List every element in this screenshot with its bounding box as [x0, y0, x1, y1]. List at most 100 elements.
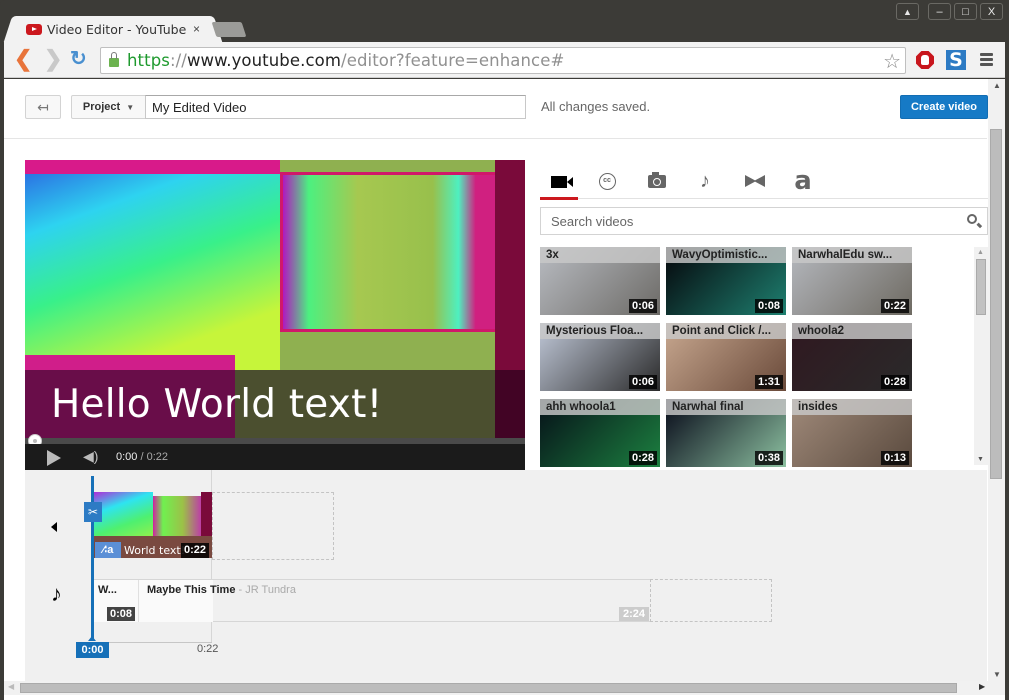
save-status: All changes saved. — [541, 99, 651, 114]
tab-transitions[interactable] — [736, 167, 774, 195]
total-duration: 0:22 — [146, 451, 169, 463]
player-controls: ◀) 0:00 / 0:22 — [25, 444, 525, 470]
back-icon: ↤ — [37, 99, 49, 115]
tab-videos[interactable] — [540, 167, 578, 200]
video-duration: 0:06 — [628, 375, 657, 389]
video-title: Narwhal final — [666, 399, 786, 415]
bookmark-star-icon[interactable]: ☆ — [883, 49, 901, 74]
lock-icon — [109, 52, 119, 67]
project-title-input[interactable] — [145, 95, 526, 119]
scroll-left-icon[interactable]: ◀ — [8, 682, 14, 691]
url-text: https://www.youtube.com/editor?feature=e… — [127, 51, 565, 70]
frame-region — [25, 160, 280, 370]
text-icon: a — [794, 166, 812, 196]
video-title: insides — [792, 399, 912, 415]
maximize-button[interactable]: □ — [954, 3, 977, 20]
user-profile-button[interactable]: ▲ — [896, 3, 919, 20]
audio-track-icon: ♪ — [51, 581, 62, 606]
volume-icon[interactable]: ◀) — [83, 448, 98, 465]
video-thumbnail[interactable]: WavyOptimistic... 0:08 — [666, 247, 786, 315]
search-icon[interactable] — [967, 214, 977, 224]
tab-text[interactable]: a — [784, 167, 822, 195]
effects-text-badge[interactable]: ⁄∶a — [95, 542, 121, 558]
video-duration: 0:28 — [880, 375, 909, 389]
close-window-button[interactable]: X — [980, 3, 1003, 20]
music-note-icon: ♪ — [700, 169, 710, 192]
video-title: ahh whoola1 — [540, 399, 660, 415]
frame-region — [280, 172, 500, 332]
video-preview[interactable]: Hello World text! ◀) 0:00 / 0:22 — [25, 160, 525, 470]
browser-tab[interactable]: Video Editor - YouTube × — [14, 16, 212, 42]
video-duration: 0:28 — [628, 451, 657, 465]
playhead[interactable] — [91, 476, 94, 639]
scroll-up-icon[interactable]: ▲ — [977, 249, 984, 256]
scroll-down-icon[interactable]: ▼ — [993, 670, 1001, 679]
video-thumbnail[interactable]: insides 0:13 — [792, 399, 912, 467]
scroll-up-icon[interactable]: ▲ — [993, 81, 1001, 90]
tab-close-icon[interactable]: × — [193, 22, 200, 36]
audio-clip[interactable]: W... 0:08 — [94, 580, 139, 622]
s-extension-icon[interactable]: S — [946, 50, 966, 70]
video-list-scrollbar[interactable]: ▲ ▼ — [974, 247, 988, 465]
time-separator: / — [137, 451, 147, 463]
tab-captions[interactable]: cc — [588, 167, 626, 195]
current-time: 0:00 — [116, 451, 138, 463]
video-thumbnail[interactable]: NarwhalEdu sw... 0:22 — [792, 247, 912, 315]
scroll-thumb[interactable] — [976, 259, 986, 315]
clip-text-overlay: World text! — [124, 544, 186, 557]
caret-down-icon: ▼ — [126, 102, 135, 112]
audio-clip-duration: 0:08 — [106, 607, 135, 621]
video-duration: 0:13 — [880, 451, 909, 465]
creative-commons-icon: cc — [598, 172, 616, 190]
minimize-button[interactable]: – — [928, 3, 951, 20]
scroll-thumb[interactable] — [20, 683, 957, 693]
video-duration: 0:06 — [628, 299, 657, 313]
new-tab-button[interactable] — [211, 22, 247, 37]
page-horizontal-scrollbar[interactable]: ◀ ▶ — [4, 681, 1005, 695]
scroll-thumb[interactable] — [990, 129, 1002, 479]
search-box — [540, 207, 988, 235]
timeline-video-clip[interactable]: ⁄∶a World text! 0:22 — [93, 492, 212, 558]
time-display: 0:00 / 0:22 — [116, 451, 168, 463]
video-title: WavyOptimistic... — [666, 247, 786, 263]
timeline-end-time: 0:22 — [197, 643, 219, 655]
adblock-extension-icon[interactable] — [916, 51, 934, 69]
video-thumbnail[interactable]: 3x 0:06 — [540, 247, 660, 315]
playhead-time[interactable]: 0:00 — [76, 642, 109, 658]
tab-audio[interactable]: ♪ — [686, 167, 724, 195]
project-dropdown[interactable]: Project ▼ — [71, 95, 146, 119]
back-button[interactable]: ↤ — [25, 95, 61, 119]
play-icon[interactable] — [47, 450, 61, 466]
video-thumbnail[interactable]: whoola2 0:28 — [792, 323, 912, 391]
timeline-ruler — [94, 642, 212, 643]
video-thumbnail[interactable]: Mysterious Floa... 0:06 — [540, 323, 660, 391]
scroll-down-icon[interactable]: ▼ — [977, 456, 984, 463]
clip-thumb-region — [153, 496, 203, 536]
video-drop-zone[interactable] — [212, 492, 334, 560]
youtube-favicon-icon — [26, 23, 42, 35]
video-camera-icon — [551, 176, 573, 188]
transition-icon — [745, 175, 765, 187]
tab-photos[interactable] — [638, 167, 676, 195]
tab-title: Video Editor - YouTube — [47, 21, 187, 37]
create-video-button[interactable]: Create video — [900, 95, 988, 119]
forward-arrow-icon[interactable]: ❯ — [44, 48, 62, 70]
video-title: NarwhalEdu sw... — [792, 247, 912, 263]
video-thumbnail[interactable]: Point and Click /... 1:31 — [666, 323, 786, 391]
split-scissors-icon[interactable]: ✂ — [84, 502, 102, 522]
search-input[interactable] — [541, 208, 941, 234]
browser-menu-icon[interactable] — [980, 53, 993, 68]
video-thumbnail[interactable]: Narwhal final 0:38 — [666, 399, 786, 467]
video-thumbnail[interactable]: ahh whoola1 0:28 — [540, 399, 660, 467]
video-duration: 0:22 — [880, 299, 909, 313]
audio-drop-zone[interactable] — [650, 579, 772, 622]
reload-icon[interactable]: ↻ — [70, 48, 87, 70]
address-bar[interactable]: https://www.youtube.com/editor?feature=e… — [100, 47, 906, 74]
scroll-right-icon[interactable]: ▶ — [979, 682, 985, 691]
video-duration: 1:31 — [754, 375, 783, 389]
back-arrow-icon[interactable]: ❮ — [14, 48, 32, 70]
browser-toolbar: ❮ ❯ ↻ https://www.youtube.com/editor?fea… — [4, 42, 1005, 78]
page-vertical-scrollbar[interactable]: ▲ ▼ — [988, 79, 1005, 681]
playhead-tip — [88, 636, 96, 641]
audio-song-title: Maybe This Time - JR Tundra — [147, 584, 296, 596]
